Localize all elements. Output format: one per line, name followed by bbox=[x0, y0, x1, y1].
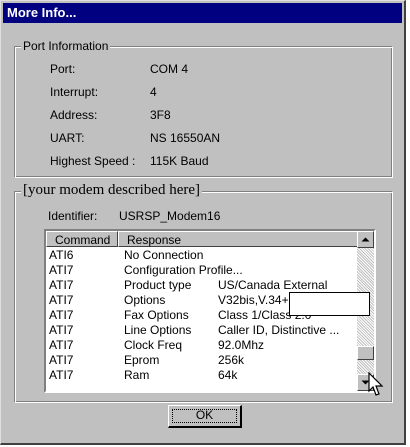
response-detail-cell: Caller ID, Distinctive ... bbox=[218, 323, 340, 337]
command-cell: ATI7 bbox=[49, 308, 74, 322]
port-info-label: Port: bbox=[50, 62, 76, 76]
port-info-value: COM 4 bbox=[150, 62, 189, 76]
response-detail-cell: 92.0Mhz bbox=[218, 338, 265, 352]
list-row[interactable]: ATI7 Product type US/Canada External bbox=[46, 278, 359, 293]
scroll-thumb[interactable] bbox=[357, 346, 374, 360]
column-header-command[interactable]: Command bbox=[46, 231, 118, 247]
port-information-legend: Port Information bbox=[21, 39, 111, 53]
port-info-value: 115K Baud bbox=[150, 154, 209, 168]
port-info-label: Highest Speed : bbox=[50, 154, 136, 168]
more-info-dialog: More Info... Port Information Port: COM 4… bbox=[0, 0, 406, 445]
options-value-highlight bbox=[289, 292, 370, 316]
response-cell: No Connection bbox=[124, 248, 204, 262]
port-info-value: 4 bbox=[150, 85, 157, 99]
mouse-pointer-icon bbox=[368, 372, 384, 396]
command-cell: ATI7 bbox=[49, 263, 74, 277]
response-cell: Options bbox=[124, 293, 166, 307]
port-info-value: NS 16550AN bbox=[150, 131, 221, 145]
command-cell: ATI6 bbox=[49, 248, 74, 262]
identifier-value: USRSP_Modem16 bbox=[119, 209, 221, 223]
command-cell: ATI7 bbox=[49, 293, 74, 307]
command-cell: ATI7 bbox=[49, 278, 74, 292]
response-cell: Fax Options bbox=[124, 308, 189, 322]
command-cell: ATI7 bbox=[49, 368, 74, 382]
port-info-label: UART: bbox=[50, 131, 85, 145]
response-cell: Product type bbox=[124, 278, 192, 292]
command-cell: ATI7 bbox=[49, 353, 74, 367]
modem-legend: [your modem described here] bbox=[21, 182, 203, 199]
column-header-response[interactable]: Response bbox=[118, 231, 359, 247]
identifier-label: Identifier: bbox=[48, 209, 98, 223]
list-row[interactable]: ATI7 Ram 64k bbox=[46, 368, 359, 383]
response-detail-cell: US/Canada External bbox=[218, 278, 328, 292]
command-cell: ATI7 bbox=[49, 323, 74, 337]
response-cell: Ram bbox=[124, 368, 150, 382]
title-bar[interactable]: More Info... bbox=[3, 3, 402, 23]
port-info-value: 3F8 bbox=[150, 108, 171, 122]
list-row[interactable]: ATI7 Eprom 256k bbox=[46, 353, 359, 368]
arrow-up-icon bbox=[361, 237, 370, 242]
response-cell: Line Options bbox=[124, 323, 192, 337]
list-row[interactable]: ATI6 No Connection bbox=[46, 248, 359, 263]
response-detail-cell: 256k bbox=[218, 353, 245, 367]
list-row[interactable]: ATI7 Configuration Profile... bbox=[46, 263, 359, 278]
command-cell: ATI7 bbox=[49, 338, 74, 352]
response-cell: Clock Freq bbox=[124, 338, 183, 352]
scroll-up-button[interactable] bbox=[357, 231, 374, 248]
list-row[interactable]: ATI7 Line Options Caller ID, Distinctive .… bbox=[46, 323, 359, 338]
window-title: More Info... bbox=[7, 5, 77, 20]
response-cell: Configuration Profile... bbox=[124, 263, 243, 277]
ok-button[interactable]: OK bbox=[168, 405, 242, 428]
response-cell: Eprom bbox=[124, 353, 160, 367]
port-info-label: Interrupt: bbox=[50, 85, 99, 99]
port-info-label: Address: bbox=[50, 108, 98, 122]
list-row[interactable]: ATI7 Clock Freq 92.0Mhz bbox=[46, 338, 359, 353]
response-detail-cell: 64k bbox=[218, 368, 238, 382]
